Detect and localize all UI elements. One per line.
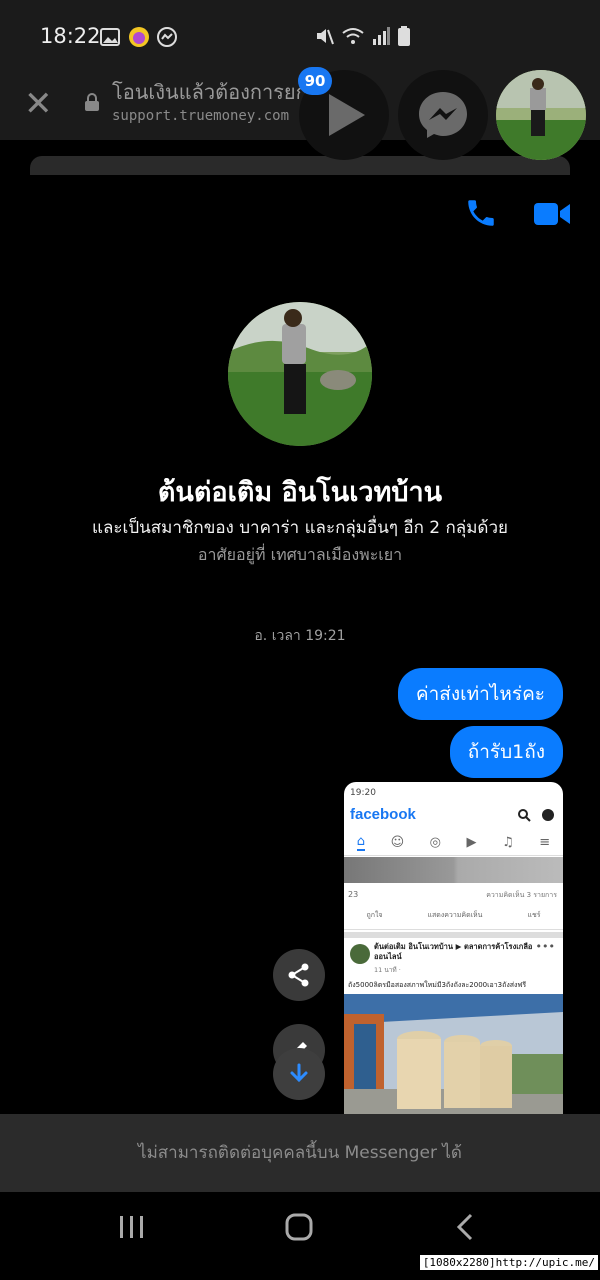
- bell-icon: ♫: [502, 835, 514, 850]
- profile-location: อาศัยอยู่ที่ เทศบาลเมืองพะเยา: [197, 545, 403, 564]
- download-button[interactable]: [273, 1048, 325, 1100]
- page-title: โอนเงินแล้วต้องการยก: [112, 80, 308, 104]
- download-arrow-icon: [290, 1063, 308, 1083]
- recent-apps-icon[interactable]: [118, 1212, 146, 1242]
- page-url[interactable]: support.truemoney.com: [112, 108, 289, 124]
- messenger-bolt-icon: [419, 92, 467, 138]
- comments-count: ความคิดเห็น 3 รายการ: [486, 891, 557, 899]
- profile-name: ต้นต่อเติม อินโนเวทบ้าน: [157, 477, 443, 508]
- status-bar: 18:22: [0, 0, 600, 70]
- back-icon[interactable]: [454, 1212, 476, 1242]
- post-time: 11 นาที ·: [374, 966, 401, 974]
- profile-picture[interactable]: [228, 302, 372, 446]
- battery-icon: [398, 26, 410, 46]
- divider: [344, 932, 563, 938]
- post-caption: ถัง5000ลิตรมือสองสภาพใหม่มี3ถังถังละ2000…: [348, 981, 527, 989]
- mute-icon: [317, 29, 334, 45]
- groups-icon: ◎: [429, 835, 441, 850]
- video-call-icon[interactable]: [533, 200, 571, 228]
- wifi-icon: [342, 28, 364, 44]
- messenger-icon: [157, 27, 177, 47]
- message-timestamp: อ. เวลา 19:21: [254, 628, 346, 644]
- share-action: แชร์: [527, 911, 541, 919]
- attachment-status-time: 19:20: [350, 788, 376, 798]
- profile-groups: และเป็นสมาชิกของ บาคาร่า และกลุ่มอื่นๆ อ…: [92, 518, 508, 538]
- messenger-chat-head[interactable]: [398, 70, 488, 160]
- contact-chat-head[interactable]: [496, 70, 586, 160]
- comment-action: แสดงความคิดเห็น: [427, 911, 483, 919]
- messenger-icon: [542, 809, 554, 821]
- lock-icon: [85, 93, 99, 111]
- reaction-count: 23: [348, 890, 359, 899]
- water-tank-photo: [344, 994, 563, 1114]
- signal-icon: [373, 27, 390, 45]
- status-time: 18:22: [40, 24, 101, 48]
- post-author: ต้นต่อเติม อินโนเวทบ้าน ▶ ตลาดการค้าโรงเ…: [374, 942, 533, 961]
- message-bubble[interactable]: ค่าส่งเท่าไหร่คะ: [397, 668, 563, 720]
- attachment-nav: ⌂ ☺ ◎ ▶ ♫ ≡: [344, 830, 563, 856]
- menu-icon: ≡: [539, 835, 551, 850]
- status-icons: [314, 26, 410, 46]
- message-bubble[interactable]: ถ้ารับ1ถัง: [449, 726, 563, 778]
- search-icon: [518, 809, 531, 822]
- close-icon[interactable]: ✕: [24, 84, 53, 124]
- notification-badge: 90: [298, 67, 332, 95]
- watermark: [1080x2280]http://upic.me/: [419, 1255, 598, 1270]
- more-icon: •••: [535, 940, 555, 953]
- facebook-logo: facebook: [350, 806, 416, 823]
- watch-icon: ▶: [466, 835, 477, 850]
- sticker-app-icon: [129, 27, 149, 47]
- contact-avatar-photo: [496, 70, 586, 160]
- image-attachment[interactable]: 19:20 facebook ⌂ ☺ ◎ ▶ ♫ ≡ 23 ความคิดเห็…: [344, 782, 563, 1114]
- home-button-icon[interactable]: [284, 1212, 314, 1242]
- attachment-photo-strip: [344, 857, 563, 883]
- profile-photo: [228, 302, 372, 446]
- home-icon: ⌂: [356, 834, 366, 851]
- gallery-icon: [100, 28, 120, 46]
- share-button[interactable]: [273, 949, 325, 1001]
- phone-call-icon[interactable]: [464, 196, 498, 230]
- share-icon: [288, 963, 309, 987]
- friends-icon: ☺: [390, 835, 405, 850]
- like-action: ถูกใจ: [366, 911, 383, 919]
- post-actions: ถูกใจ แสดงความคิดเห็น แชร์: [344, 910, 563, 930]
- cannot-contact-notice: ไม่สามารถติดต่อบุคคลนี้บน Messenger ได้: [0, 1114, 600, 1192]
- poster-avatar: [350, 944, 370, 964]
